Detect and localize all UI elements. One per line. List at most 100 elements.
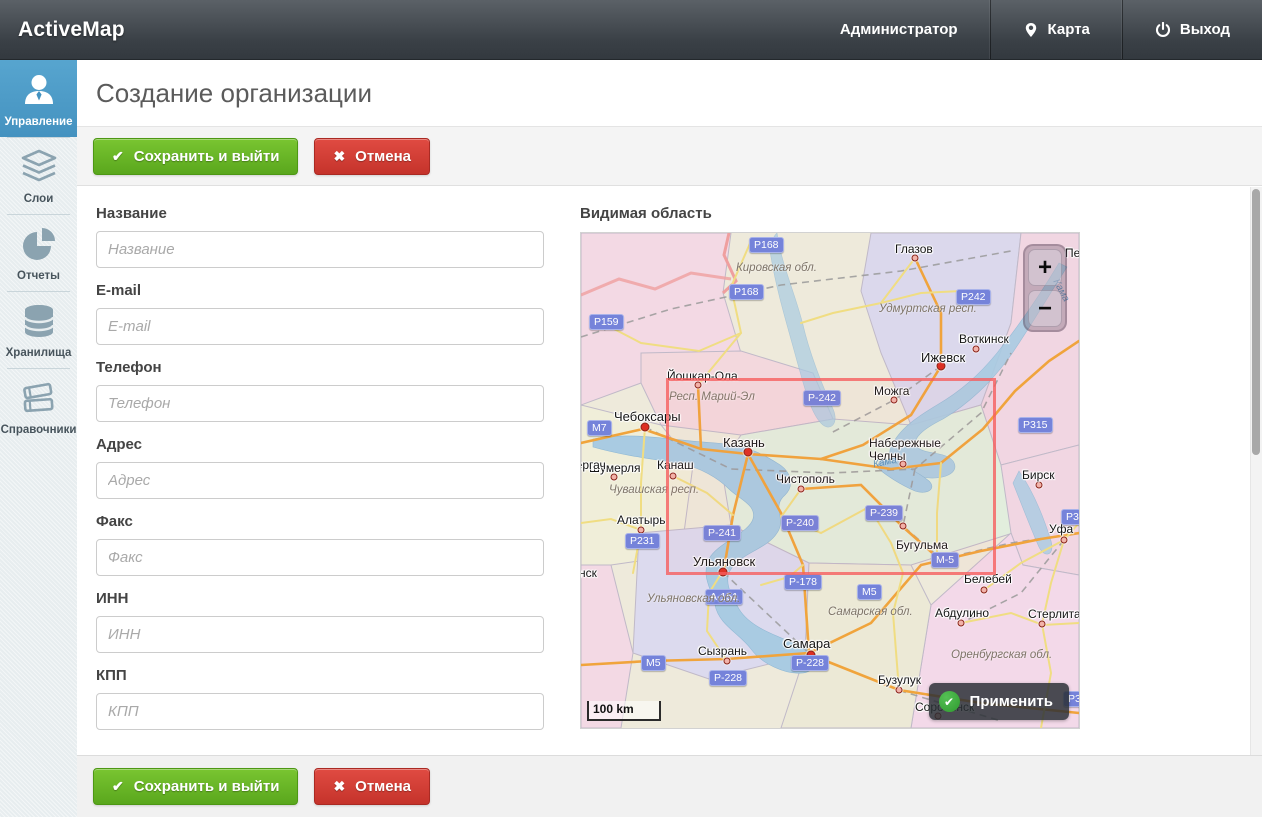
map-city-dot [958, 620, 965, 627]
map-road-label: P-228 [791, 655, 829, 671]
close-icon: ✖ [333, 148, 345, 165]
zoom-in-button[interactable]: + [1028, 249, 1062, 286]
map-region-label: Кировская обл. [736, 262, 817, 274]
map-road-label: М5 [857, 584, 882, 600]
map-city-label: Сызрань [698, 645, 747, 658]
apply-button[interactable]: ✔ Применить [929, 683, 1069, 720]
map-city-label: нск [580, 567, 597, 580]
check-icon: ✔ [112, 148, 124, 165]
database-icon [19, 301, 59, 341]
sidebar-item-label: Слои [24, 193, 54, 205]
sidebar-nav: Управление Слои Отчеты Хранилища [0, 60, 77, 817]
map-road-label: P159 [589, 314, 624, 330]
books-icon [19, 378, 59, 418]
pie-chart-icon [19, 224, 59, 264]
name-field[interactable] [96, 231, 544, 268]
sidebar-item-reports[interactable]: Отчеты [0, 214, 77, 291]
check-icon: ✔ [112, 778, 124, 795]
map-road-label: М7 [587, 420, 612, 436]
map-scale-bar: 100 km [587, 701, 661, 721]
sidebar-item-storages[interactable]: Хранилища [0, 291, 77, 368]
map-canvas[interactable]: ГлазовПеВоткинскИжевскМожгаЙошкар-ОлаЧеб… [580, 232, 1080, 729]
kpp-field-label: КПП [96, 667, 544, 684]
check-circle-icon: ✔ [939, 691, 960, 712]
inn-field[interactable] [96, 616, 544, 653]
email-field-label: E-mail [96, 282, 544, 299]
map-road-label: P231 [625, 533, 660, 549]
address-field[interactable] [96, 462, 544, 499]
power-icon [1155, 22, 1171, 38]
content-scrollbar-track[interactable] [1250, 187, 1262, 755]
sidebar-item-label: Справочники [1, 424, 77, 436]
map-city-label: Ижевск [921, 351, 965, 365]
header-user-label: Администратор [840, 21, 958, 38]
cancel-button[interactable]: ✖ Отмена [314, 138, 430, 175]
cancel-label: Отмена [355, 778, 411, 795]
sidebar-item-layers[interactable]: Слои [0, 137, 77, 214]
header-user[interactable]: Администратор [808, 0, 990, 59]
cancel-button-bottom[interactable]: ✖ Отмена [314, 768, 430, 805]
map-zoom-control: + − [1023, 244, 1067, 332]
app-logo: ActiveMap [0, 18, 125, 42]
sidebar-item-management[interactable]: Управление [0, 60, 77, 137]
sidebar-item-directories[interactable]: Справочники [0, 368, 77, 445]
phone-field[interactable] [96, 385, 544, 422]
save-exit-button-bottom[interactable]: ✔ Сохранить и выйти [93, 768, 298, 805]
header-logout-label: Выход [1180, 21, 1230, 38]
map-city-dot [981, 587, 988, 594]
map-region-label: Оренбургская обл. [951, 649, 1052, 661]
map-city-dot [973, 346, 980, 353]
map-road-label: P315 [1018, 417, 1053, 433]
map-region-label: Удмуртская респ. [879, 303, 977, 315]
header-menu: Администратор Карта Выход [808, 0, 1262, 59]
header-map-link[interactable]: Карта [990, 0, 1122, 59]
fax-field[interactable] [96, 539, 544, 576]
form-content: Название E-mail Телефон Адрес Факс ИНН [77, 187, 1262, 755]
map-road-label: P168 [749, 237, 784, 253]
map-selection-rectangle[interactable] [666, 378, 996, 575]
fax-field-label: Факс [96, 513, 544, 530]
header-map-label: Карта [1048, 21, 1090, 38]
map-city-label: Воткинск [959, 333, 1009, 346]
map-city-dot [1036, 482, 1043, 489]
visible-area-label: Видимая область [580, 205, 1080, 222]
map-city-label: Глазов [895, 243, 933, 256]
sidebar-item-label: Хранилища [6, 347, 72, 359]
kpp-field[interactable] [96, 693, 544, 730]
close-icon: ✖ [333, 778, 345, 795]
inn-field-label: ИНН [96, 590, 544, 607]
title-bar: Создание организации [77, 60, 1262, 127]
map-road-label: P168 [729, 284, 764, 300]
cancel-label: Отмена [355, 148, 411, 165]
email-field[interactable] [96, 308, 544, 345]
map-city-dot [1039, 621, 1046, 628]
phone-field-label: Телефон [96, 359, 544, 376]
map-city-label: Бирск [1022, 469, 1055, 482]
organization-form: Название E-mail Телефон Адрес Факс ИНН [96, 205, 544, 744]
map-region-label: Ульяновская обл. [647, 593, 740, 605]
main-panel: Создание организации ✔ Сохранить и выйти… [77, 60, 1262, 817]
sidebar-item-label: Отчеты [17, 270, 60, 282]
map-city-label: Сергач [580, 459, 606, 472]
content-scrollbar-thumb[interactable] [1252, 189, 1260, 455]
sidebar-item-label: Управление [5, 116, 73, 128]
map-city-dot [1061, 537, 1068, 544]
page-title: Создание организации [96, 78, 372, 109]
zoom-out-button[interactable]: − [1028, 290, 1062, 327]
name-field-label: Название [96, 205, 544, 222]
map-road-label: P-228 [709, 670, 747, 686]
top-header: ActiveMap Администратор Карта Выход [0, 0, 1262, 60]
map-road-label: М5 [641, 655, 666, 671]
save-exit-label: Сохранить и выйти [134, 148, 280, 165]
save-exit-button[interactable]: ✔ Сохранить и выйти [93, 138, 298, 175]
map-city-label: Бузулук [878, 674, 921, 687]
header-logout[interactable]: Выход [1122, 0, 1262, 59]
map-city-label: Алатырь [617, 514, 665, 527]
map-pin-icon [1023, 22, 1039, 38]
map-city-label: Пе [1065, 247, 1080, 260]
map-city-dot [896, 687, 903, 694]
map-city-label: Самара [783, 637, 830, 651]
map-city-label: Стерлита [1028, 608, 1080, 621]
apply-label: Применить [970, 693, 1053, 710]
address-field-label: Адрес [96, 436, 544, 453]
